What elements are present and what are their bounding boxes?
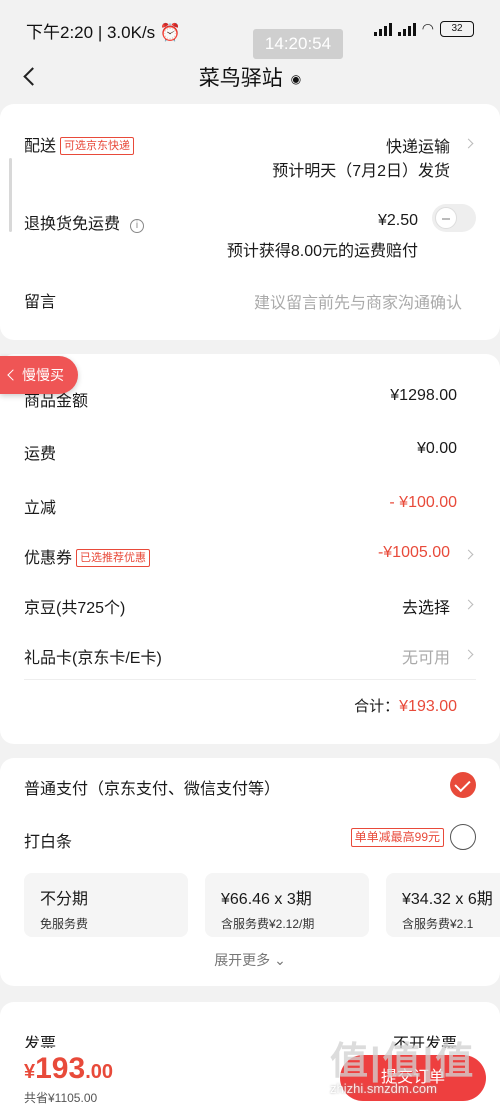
expand-more-button[interactable]: 展开更多 ⌄ (0, 950, 500, 970)
chevron-right-icon (463, 649, 474, 660)
toggle-knob (435, 207, 457, 229)
slow-buy-button[interactable]: 慢慢买 (0, 356, 78, 394)
status-bar: 下午2:20 | 3.0K/s ⏰ ◠ 32 (0, 0, 500, 56)
plan-sub: 免服务费 (40, 917, 89, 931)
message-label: 留言 (24, 294, 57, 311)
battery-icon: 32 (440, 20, 474, 37)
plan-sub: 含服务费¥2.1 (402, 917, 474, 931)
delivery-label: 配送 (24, 138, 57, 155)
plan-option[interactable]: ¥66.46 x 3期 含服务费¥2.12/期 (205, 873, 369, 937)
jingdou-label: 京豆(共725个) (24, 600, 126, 617)
price-summary-card: 商品金额 ¥1298.00 运费 ¥0.00 立减 - ¥100.00 优惠券已… (0, 354, 500, 744)
chevron-right-icon (463, 599, 474, 610)
plan-main: ¥66.46 x 3期 (221, 891, 312, 908)
checkout-total: ¥193.00 (24, 1052, 113, 1086)
total-label: 合计： (354, 698, 400, 715)
plan-option[interactable]: ¥34.32 x 6期 含服务费¥2.1 (386, 873, 500, 937)
return-insurance-row: 退换货免运费 i (24, 210, 145, 234)
order-total: 合计：¥193.00 (354, 695, 457, 716)
return-insurance-toggle[interactable] (432, 204, 476, 232)
payment-card: 普通支付（京东支付、微信支付等） 打白条 单单减最高99元 不分期 免服务费 ¥… (0, 758, 500, 986)
chevron-right-icon (463, 549, 474, 560)
return-insurance-price: ¥2.50 (377, 212, 418, 229)
separator: | (97, 23, 107, 42)
total-integer: 193 (35, 1052, 86, 1085)
delivery-eta: 预计明天（7月2日）发货 (272, 163, 450, 180)
location-pin-icon: ◉ (290, 72, 302, 87)
goods-amount-value: ¥1298.00 (390, 387, 457, 404)
signal-icon-2 (397, 22, 416, 36)
baitiao-radio[interactable] (450, 824, 476, 850)
baitiao-label[interactable]: 打白条 (24, 828, 72, 852)
delivery-method: 快递运输 (385, 139, 450, 156)
scroll-indicator (9, 158, 12, 232)
coupon-row[interactable]: 优惠券 已选推荐优惠 (24, 544, 151, 568)
plan-main: 不分期 (40, 891, 89, 908)
instant-discount-value: - ¥100.00 (389, 494, 457, 511)
watermark-logo: 值|值|值 zhizhi.smzdm.com (330, 1030, 490, 1100)
alarm-icon: ⏰ (159, 23, 182, 42)
currency-symbol: ¥ (24, 1061, 36, 1083)
coupon-value: -¥1005.00 (377, 544, 450, 561)
status-icons: ◠ 32 (373, 20, 474, 37)
coupon-tag: 已选推荐优惠 (76, 549, 151, 567)
wifi-icon: ◠ (421, 20, 434, 36)
checked-radio-icon[interactable] (450, 772, 476, 798)
chevron-right-icon (463, 138, 474, 149)
network-speed: 3.0K/s (106, 23, 156, 42)
clock-text: 下午2:20 (26, 23, 94, 42)
jingdou-select[interactable]: 去选择 (402, 594, 450, 618)
delivery-card: 配送 可选京东快递 快递运输 预计明天（7月2日）发货 退换货免运费 i ¥2.50… (0, 104, 500, 340)
message-input[interactable]: 建议留言前先与商家沟通确认 (254, 289, 462, 313)
signal-icon (373, 22, 392, 36)
normal-payment-label[interactable]: 普通支付（京东支付、微信支付等） (24, 775, 280, 799)
total-value: ¥193.00 (399, 698, 457, 715)
expand-more-label: 展开更多 (214, 952, 271, 968)
baitiao-promo-tag: 单单减最高99元 (350, 828, 444, 847)
instant-discount-label: 立减 (24, 500, 57, 517)
freight-value: ¥0.00 (416, 440, 457, 457)
coupon-label: 优惠券 (24, 550, 73, 567)
delivery-row[interactable]: 配送 可选京东快递 (24, 132, 135, 156)
total-decimal: .00 (85, 1061, 113, 1083)
return-insurance-note: 预计获得8.00元的运费赔付 (226, 243, 418, 260)
saved-amount: 共省¥1105.00 (24, 1091, 98, 1105)
chevron-down-icon: ⌄ (274, 952, 286, 968)
return-insurance-label: 退换货免运费 (24, 216, 121, 233)
page-title[interactable]: 菜鸟驿站 ◉ (0, 62, 500, 92)
gift-card-value[interactable]: 无可用 (402, 644, 450, 668)
plan-option[interactable]: 不分期 免服务费 (24, 873, 188, 937)
installment-plans: 不分期 免服务费 ¥66.46 x 3期 含服务费¥2.12/期 ¥34.32 … (24, 873, 500, 937)
freight-label: 运费 (24, 446, 57, 463)
divider (24, 679, 476, 680)
overlay-timestamp: 14:20:54 (253, 29, 343, 59)
page-title-text: 菜鸟驿站 (198, 67, 283, 90)
gift-card-label: 礼品卡(京东卡/E卡) (24, 650, 162, 667)
jd-express-tag: 可选京东快递 (60, 137, 135, 155)
plan-sub: 含服务费¥2.12/期 (221, 917, 315, 931)
plan-main: ¥34.32 x 6期 (402, 891, 493, 908)
info-icon[interactable]: i (130, 219, 145, 233)
nav-bar: 菜鸟驿站 ◉ (0, 56, 500, 100)
watermark-mark: 值|值|值 (330, 1041, 476, 1083)
status-time: 下午2:20 | 3.0K/s ⏰ (26, 18, 181, 43)
